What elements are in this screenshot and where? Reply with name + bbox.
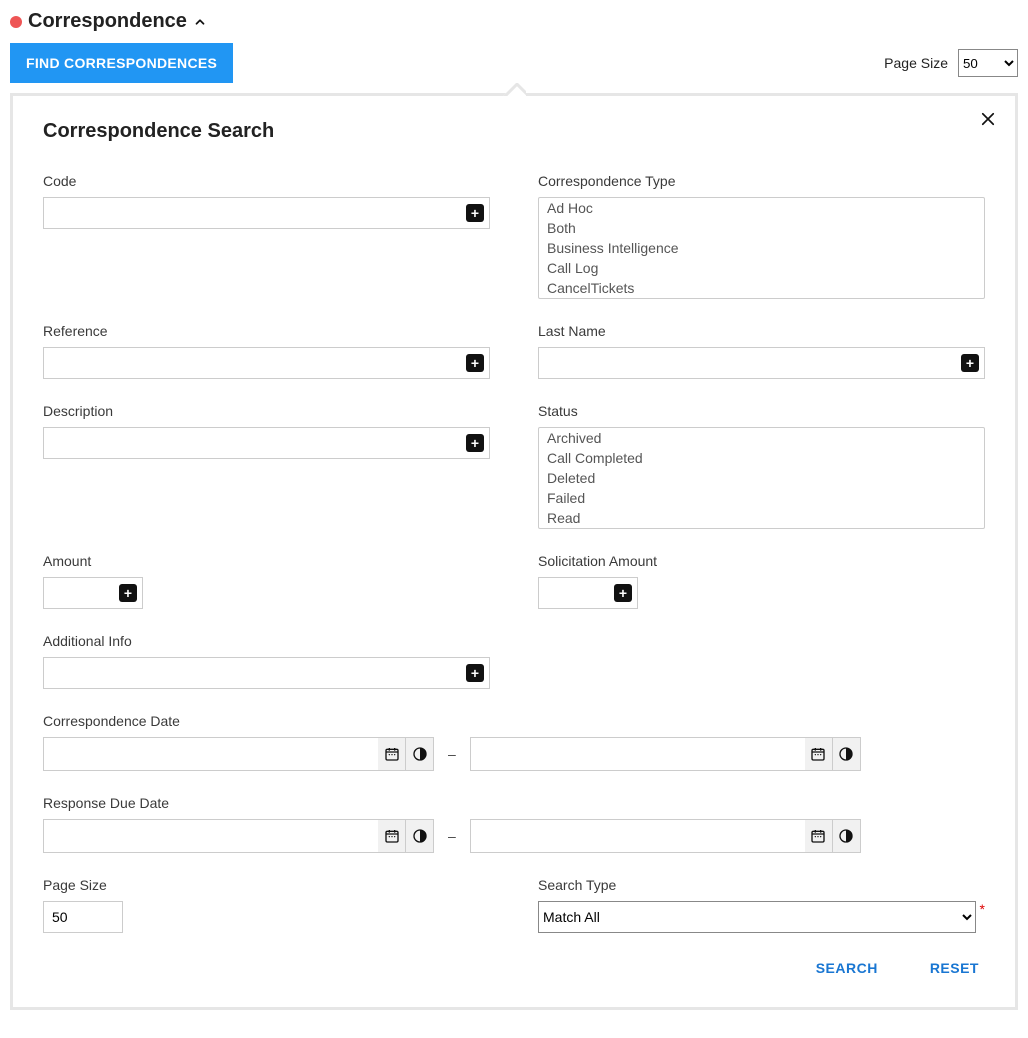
- plus-icon[interactable]: +: [466, 664, 484, 682]
- code-input[interactable]: [43, 197, 490, 229]
- search-type-select[interactable]: Match All: [538, 901, 976, 933]
- field-status: Status ArchivedCall CompletedDeletedFail…: [538, 403, 985, 529]
- page-size-select[interactable]: 50: [958, 49, 1018, 77]
- calendar-icon[interactable]: [378, 737, 406, 771]
- label-correspondence-date: Correspondence Date: [43, 713, 985, 729]
- list-item[interactable]: Archived: [539, 428, 984, 448]
- clock-icon[interactable]: [406, 737, 434, 771]
- status-listbox[interactable]: ArchivedCall CompletedDeletedFailedRead: [538, 427, 985, 529]
- field-amount: Amount +: [43, 553, 490, 609]
- chevron-up-icon[interactable]: [193, 15, 207, 29]
- toolbar: FIND CORRESPONDENCES Page Size 50: [10, 43, 1018, 83]
- list-item[interactable]: CancelTickets: [539, 278, 984, 298]
- list-item[interactable]: Failed: [539, 488, 984, 508]
- list-item[interactable]: Call Log: [539, 258, 984, 278]
- plus-icon[interactable]: +: [466, 204, 484, 222]
- correspondence-date-from-input[interactable]: [43, 737, 378, 771]
- last-name-input[interactable]: [538, 347, 985, 379]
- reset-button[interactable]: RESET: [924, 959, 985, 977]
- list-item[interactable]: Deleted: [539, 468, 984, 488]
- calendar-icon[interactable]: [805, 737, 833, 771]
- list-item[interactable]: Read: [539, 508, 984, 528]
- field-response-due-date: Response Due Date –: [43, 795, 985, 853]
- field-search-type: Search Type Match All *: [538, 877, 985, 933]
- response-due-date-to-input[interactable]: [470, 819, 805, 853]
- range-dash: –: [448, 828, 456, 844]
- field-additional-info: Additional Info +: [43, 633, 490, 689]
- field-description: Description +: [43, 403, 490, 529]
- clock-icon[interactable]: [833, 819, 861, 853]
- panel-arrow: [502, 83, 526, 96]
- page-size-label: Page Size: [884, 55, 948, 71]
- list-item[interactable]: Call Completed: [539, 448, 984, 468]
- status-dot-icon: [10, 16, 22, 28]
- panel-title: Correspondence Search: [43, 120, 985, 143]
- label-status: Status: [538, 403, 985, 419]
- correspondence-type-listbox[interactable]: Ad HocBothBusiness IntelligenceCall LogC…: [538, 197, 985, 299]
- plus-icon[interactable]: +: [614, 584, 632, 602]
- search-button[interactable]: SEARCH: [810, 959, 884, 977]
- field-correspondence-type: Correspondence Type Ad HocBothBusiness I…: [538, 173, 985, 299]
- additional-info-input[interactable]: [43, 657, 490, 689]
- field-reference: Reference +: [43, 323, 490, 379]
- field-last-name: Last Name +: [538, 323, 985, 379]
- label-reference: Reference: [43, 323, 490, 339]
- label-page-size: Page Size: [43, 877, 490, 893]
- clock-icon[interactable]: [406, 819, 434, 853]
- plus-icon[interactable]: +: [961, 354, 979, 372]
- label-last-name: Last Name: [538, 323, 985, 339]
- label-code: Code: [43, 173, 490, 189]
- label-amount: Amount: [43, 553, 490, 569]
- search-panel: Correspondence Search Code + Corresponde…: [10, 93, 1018, 1010]
- list-item[interactable]: Ad Hoc: [539, 198, 984, 218]
- label-response-due-date: Response Due Date: [43, 795, 985, 811]
- label-search-type: Search Type: [538, 877, 985, 893]
- label-solicitation-amount: Solicitation Amount: [538, 553, 985, 569]
- field-correspondence-date: Correspondence Date –: [43, 713, 985, 771]
- field-blank: [538, 633, 985, 689]
- field-code: Code +: [43, 173, 490, 299]
- field-solicitation-amount: Solicitation Amount +: [538, 553, 985, 609]
- reference-input[interactable]: [43, 347, 490, 379]
- list-item[interactable]: Both: [539, 218, 984, 238]
- response-due-date-from-input[interactable]: [43, 819, 378, 853]
- plus-icon[interactable]: +: [466, 354, 484, 372]
- label-correspondence-type: Correspondence Type: [538, 173, 985, 189]
- calendar-icon[interactable]: [805, 819, 833, 853]
- section-header: Correspondence: [10, 10, 1018, 33]
- label-additional-info: Additional Info: [43, 633, 490, 649]
- clock-icon[interactable]: [833, 737, 861, 771]
- form-grid: Code + Correspondence Type Ad HocBothBus…: [43, 173, 985, 933]
- plus-icon[interactable]: +: [119, 584, 137, 602]
- page-size-input[interactable]: [43, 901, 123, 933]
- list-item[interactable]: Business Intelligence: [539, 238, 984, 258]
- label-description: Description: [43, 403, 490, 419]
- description-input[interactable]: [43, 427, 490, 459]
- calendar-icon[interactable]: [378, 819, 406, 853]
- actions-row: SEARCH RESET: [43, 959, 985, 977]
- correspondence-date-to-input[interactable]: [470, 737, 805, 771]
- field-page-size: Page Size: [43, 877, 490, 933]
- required-asterisk: *: [980, 901, 985, 917]
- range-dash: –: [448, 746, 456, 762]
- plus-icon[interactable]: +: [466, 434, 484, 452]
- page-size-group: Page Size 50: [884, 49, 1018, 77]
- close-icon[interactable]: [979, 110, 997, 128]
- find-correspondences-button[interactable]: FIND CORRESPONDENCES: [10, 43, 233, 83]
- section-title: Correspondence: [28, 10, 187, 33]
